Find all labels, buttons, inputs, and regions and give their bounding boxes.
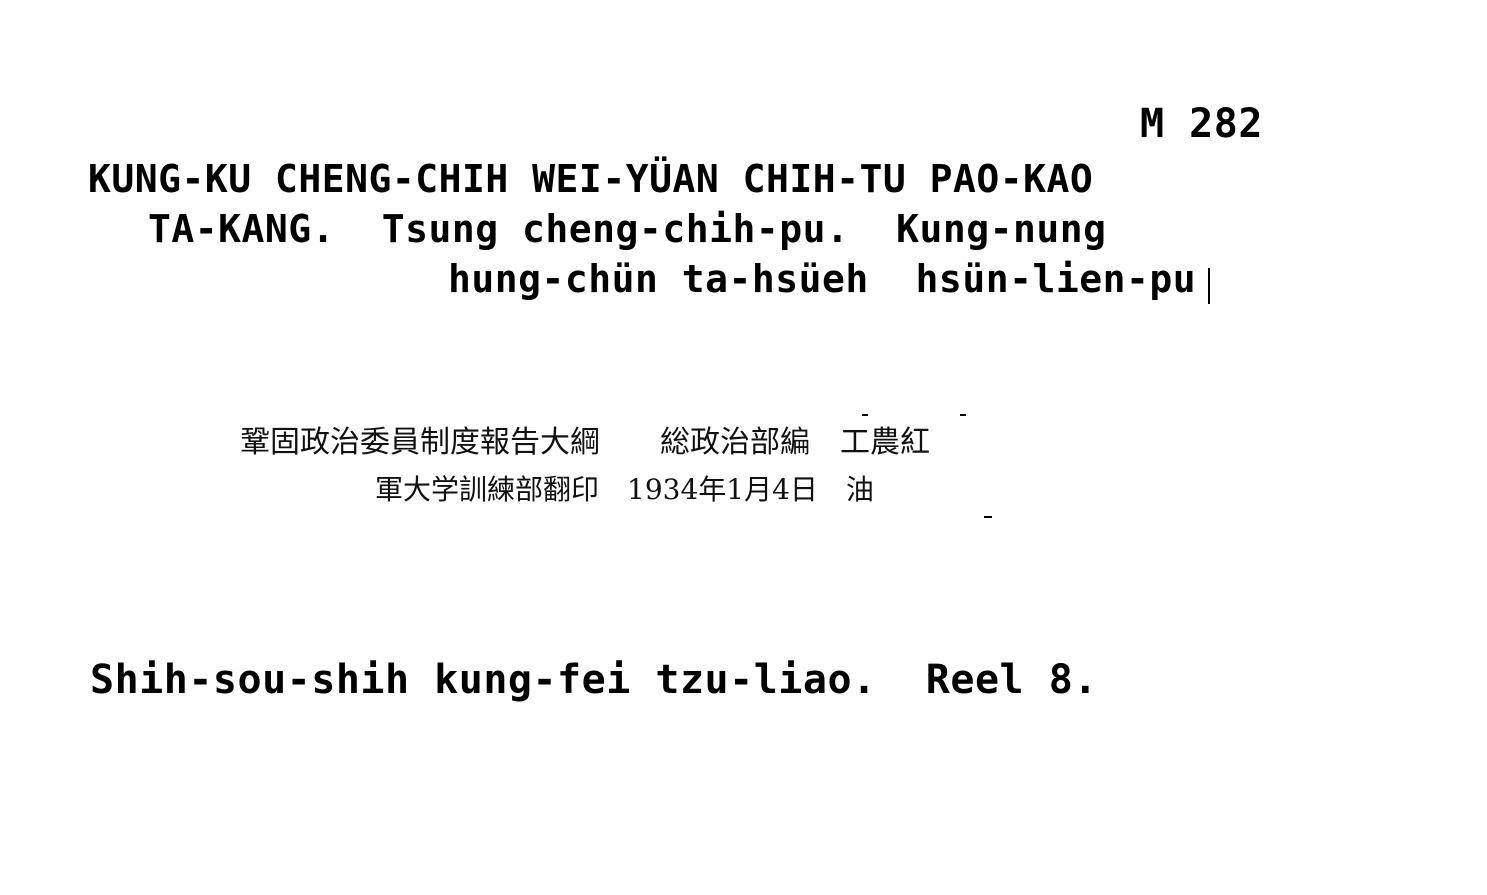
call-number: M 282 [1140,101,1263,147]
title-line-2: TA-KANG. Tsung cheng-chih-pu. Kung-nung [148,207,1107,251]
pencil-mark [1208,268,1210,304]
title-line-3: hung-chün ta-hsüeh hsün-lien-pu [448,257,1197,301]
scan-speck [984,516,992,518]
chinese-title-line-1: 鞏固政治委員制度報告大綱 総政治部編 工農紅 [240,425,930,460]
series-note: Shih-sou-shih kung-fei tzu-liao. Reel 8. [90,657,1098,703]
scan-speck [960,414,966,416]
catalog-card: M 282 KUNG-KU CHENG-CHIH WEI-YÜAN CHIH-T… [0,0,1487,895]
title-line-1: KUNG-KU CHENG-CHIH WEI-YÜAN CHIH-TU PAO-… [88,157,1094,201]
chinese-title-line-2: 軍大学訓練部翻印 1934年1月4日 油 [375,473,874,506]
scan-speck [862,414,868,416]
